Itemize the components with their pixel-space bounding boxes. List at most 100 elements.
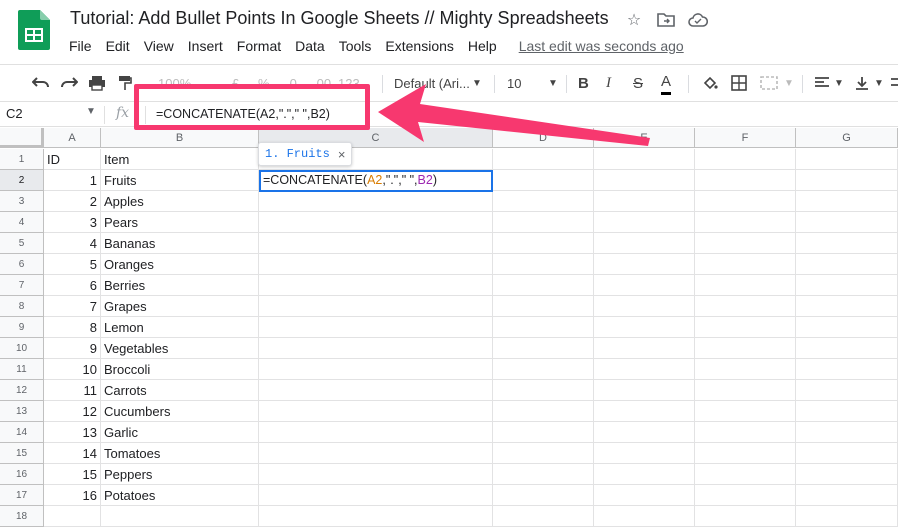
- cell-g11[interactable]: [796, 359, 898, 380]
- increase-decimals-button[interactable]: .00: [313, 71, 331, 95]
- cell-b4[interactable]: Pears: [101, 212, 259, 233]
- cell-f14[interactable]: [695, 422, 796, 443]
- cell-a6[interactable]: 5: [44, 254, 101, 275]
- cell-c5[interactable]: [259, 233, 493, 254]
- column-header-b[interactable]: B: [101, 128, 259, 148]
- cell-e12[interactable]: [594, 380, 695, 401]
- cell-d11[interactable]: [493, 359, 594, 380]
- cell-c15[interactable]: [259, 443, 493, 464]
- cell-d8[interactable]: [493, 296, 594, 317]
- menu-insert[interactable]: Insert: [181, 36, 230, 56]
- cell-f11[interactable]: [695, 359, 796, 380]
- menu-data[interactable]: Data: [288, 36, 332, 56]
- document-title[interactable]: Tutorial: Add Bullet Points In Google Sh…: [70, 8, 609, 29]
- cell-b14[interactable]: Garlic: [101, 422, 259, 443]
- cell-c16[interactable]: [259, 464, 493, 485]
- cell-f12[interactable]: [695, 380, 796, 401]
- percent-format-button[interactable]: %: [258, 71, 270, 95]
- cell-a17[interactable]: 16: [44, 485, 101, 506]
- cell-b18[interactable]: [101, 506, 259, 527]
- cell-g15[interactable]: [796, 443, 898, 464]
- cell-e8[interactable]: [594, 296, 695, 317]
- cell-d17[interactable]: [493, 485, 594, 506]
- row-header-1[interactable]: 1: [0, 149, 44, 170]
- menu-file[interactable]: File: [62, 36, 99, 56]
- zoom-select[interactable]: 100%: [158, 71, 191, 95]
- cell-f2[interactable]: [695, 170, 796, 191]
- row-header-9[interactable]: 9: [0, 317, 44, 338]
- name-box[interactable]: C2: [6, 106, 23, 121]
- cell-b5[interactable]: Bananas: [101, 233, 259, 254]
- cell-f10[interactable]: [695, 338, 796, 359]
- cell-a18[interactable]: [44, 506, 101, 527]
- paint-format-icon[interactable]: [114, 71, 136, 95]
- menu-edit[interactable]: Edit: [99, 36, 137, 56]
- cell-f17[interactable]: [695, 485, 796, 506]
- cell-e11[interactable]: [594, 359, 695, 380]
- merge-cells-icon[interactable]: [758, 71, 780, 95]
- cell-c14[interactable]: [259, 422, 493, 443]
- horizontal-align-icon[interactable]: [812, 71, 832, 95]
- cell-e3[interactable]: [594, 191, 695, 212]
- cell-d12[interactable]: [493, 380, 594, 401]
- cell-d13[interactable]: [493, 401, 594, 422]
- sheets-logo[interactable]: [18, 10, 50, 50]
- cell-a9[interactable]: 8: [44, 317, 101, 338]
- row-header-14[interactable]: 14: [0, 422, 44, 443]
- cell-f7[interactable]: [695, 275, 796, 296]
- cell-g18[interactable]: [796, 506, 898, 527]
- menu-format[interactable]: Format: [230, 36, 288, 56]
- cell-b3[interactable]: Apples: [101, 191, 259, 212]
- cell-g13[interactable]: [796, 401, 898, 422]
- row-header-6[interactable]: 6: [0, 254, 44, 275]
- cell-b13[interactable]: Cucumbers: [101, 401, 259, 422]
- cell-c6[interactable]: [259, 254, 493, 275]
- column-header-a[interactable]: A: [44, 128, 101, 148]
- cell-d6[interactable]: [493, 254, 594, 275]
- cell-b10[interactable]: Vegetables: [101, 338, 259, 359]
- menu-extensions[interactable]: Extensions: [378, 36, 460, 56]
- row-header-3[interactable]: 3: [0, 191, 44, 212]
- cell-a1[interactable]: ID: [44, 149, 101, 170]
- cell-e5[interactable]: [594, 233, 695, 254]
- cell-f8[interactable]: [695, 296, 796, 317]
- cell-a13[interactable]: 12: [44, 401, 101, 422]
- cell-b16[interactable]: Peppers: [101, 464, 259, 485]
- cell-c9[interactable]: [259, 317, 493, 338]
- row-header-10[interactable]: 10: [0, 338, 44, 359]
- cell-g3[interactable]: [796, 191, 898, 212]
- cell-f15[interactable]: [695, 443, 796, 464]
- merge-caret-icon[interactable]: ▼: [784, 71, 794, 95]
- column-header-f[interactable]: F: [695, 128, 796, 148]
- row-header-11[interactable]: 11: [0, 359, 44, 380]
- vertical-align-icon[interactable]: [852, 71, 872, 95]
- cell-e14[interactable]: [594, 422, 695, 443]
- cell-e13[interactable]: [594, 401, 695, 422]
- cell-g6[interactable]: [796, 254, 898, 275]
- text-color-button[interactable]: A: [661, 71, 672, 95]
- star-icon[interactable]: ☆: [624, 10, 644, 30]
- cell-d10[interactable]: [493, 338, 594, 359]
- cell-f9[interactable]: [695, 317, 796, 338]
- cell-e18[interactable]: [594, 506, 695, 527]
- cell-g12[interactable]: [796, 380, 898, 401]
- cell-b2[interactable]: Fruits: [101, 170, 259, 191]
- cell-d14[interactable]: [493, 422, 594, 443]
- formula-input[interactable]: =CONCATENATE(A2,"."," ",B2): [156, 107, 330, 121]
- name-box-caret-icon[interactable]: ▼: [86, 106, 96, 117]
- select-all-corner[interactable]: [0, 128, 44, 148]
- cell-c17[interactable]: [259, 485, 493, 506]
- cell-e16[interactable]: [594, 464, 695, 485]
- menu-view[interactable]: View: [137, 36, 181, 56]
- cell-a16[interactable]: 15: [44, 464, 101, 485]
- row-header-17[interactable]: 17: [0, 485, 44, 506]
- cell-c18[interactable]: [259, 506, 493, 527]
- last-edit-link[interactable]: Last edit was seconds ago: [512, 36, 691, 56]
- cell-g17[interactable]: [796, 485, 898, 506]
- cell-f6[interactable]: [695, 254, 796, 275]
- cell-d18[interactable]: [493, 506, 594, 527]
- cell-c4[interactable]: [259, 212, 493, 233]
- more-formats-button[interactable]: 123: [338, 71, 360, 95]
- cell-e1[interactable]: [594, 149, 695, 170]
- cell-e2[interactable]: [594, 170, 695, 191]
